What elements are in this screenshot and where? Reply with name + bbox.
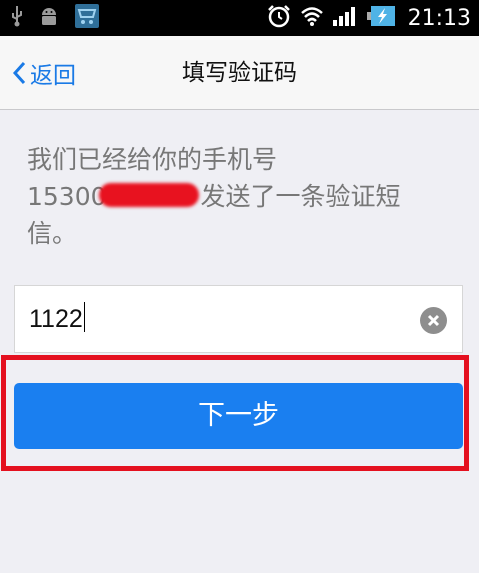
page-title: 填写验证码 [182,60,297,86]
clear-input-button[interactable] [420,307,447,334]
message-line-2-rest: 发送了一条验证短 [200,182,401,211]
clear-icon [427,314,440,327]
message-line-1: 我们已经给你的手机号 [27,145,278,174]
battery-charging-icon [366,5,396,31]
next-step-button[interactable]: 下一步 [14,383,463,449]
verification-code-input[interactable]: 1122 [14,285,463,353]
phone-number: 15300 [27,182,107,211]
verification-message: 我们已经给你的手机号 15300 发送了一条验证短 信。 [27,141,427,252]
signal-icon [332,5,358,31]
redaction-mark [98,183,199,207]
status-time: 21:13 [407,5,471,31]
text-caret [83,302,86,332]
nav-bar: 返回 填写验证码 [0,36,479,110]
android-debug-icon [38,5,60,31]
message-line-3: 信。 [27,219,78,248]
status-bar: 21:13 [0,0,479,36]
message-line-2: 15300 发送了一条验证短 [27,178,427,215]
wifi-icon [300,5,324,31]
status-left-icons [10,3,100,33]
store-icon [74,3,100,33]
usb-icon [10,5,24,31]
status-right-icons: 21:13 [266,4,471,32]
code-input-value: 1122 [29,302,86,336]
alarm-clock-icon [266,3,292,33]
